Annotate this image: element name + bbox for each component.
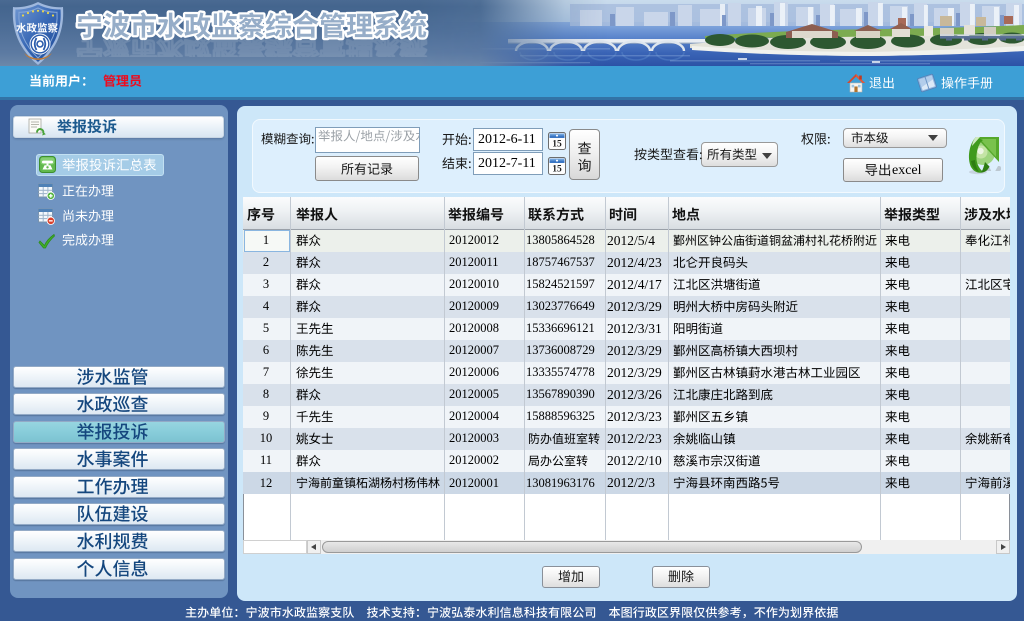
svg-text:15: 15 <box>552 165 562 175</box>
svg-text:15: 15 <box>552 140 562 150</box>
